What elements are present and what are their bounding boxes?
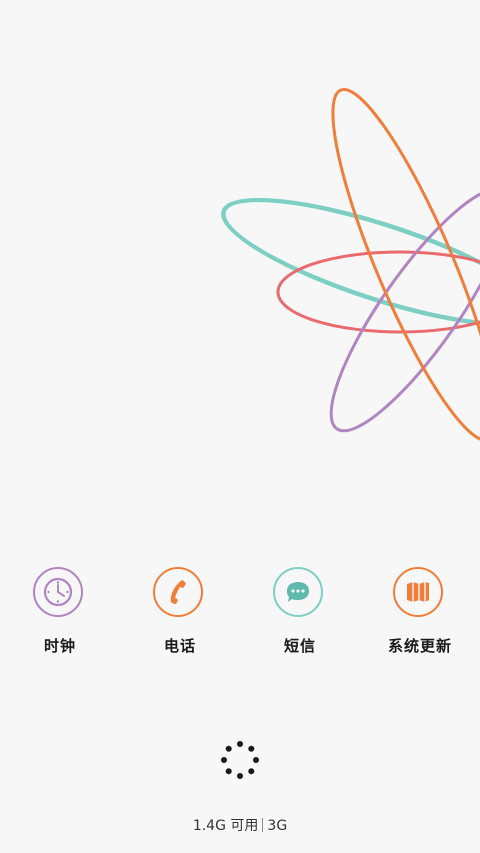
app-messages[interactable]: 短信 (240, 566, 360, 666)
storage-available: 1.4G 可用 (192, 818, 259, 834)
network-type: 3G (267, 818, 288, 834)
app-shortcuts: 时钟 电话 短信 系统更新 (0, 566, 480, 666)
app-phone-label: 电话 (163, 637, 196, 655)
message-icon (273, 567, 323, 617)
status-divider (262, 818, 264, 832)
app-messages-label: 短信 (283, 637, 316, 655)
app-system-update-label: 系统更新 (387, 637, 452, 655)
app-system-update[interactable]: 系统更新 (360, 566, 480, 666)
app-clock-label: 时钟 (43, 637, 76, 655)
app-phone[interactable]: 电话 (120, 566, 240, 666)
screen: 时钟 电话 短信 系统更新 1.4G 可用 3G (0, 0, 480, 853)
loading-spinner-icon (221, 741, 259, 779)
clock-icon (33, 567, 83, 617)
app-clock[interactable]: 时钟 (0, 566, 120, 666)
phone-icon (153, 567, 203, 617)
map-icon (393, 567, 443, 617)
brand-logo-orbits (221, 87, 480, 443)
storage-status: 1.4G 可用 3G (0, 815, 480, 835)
